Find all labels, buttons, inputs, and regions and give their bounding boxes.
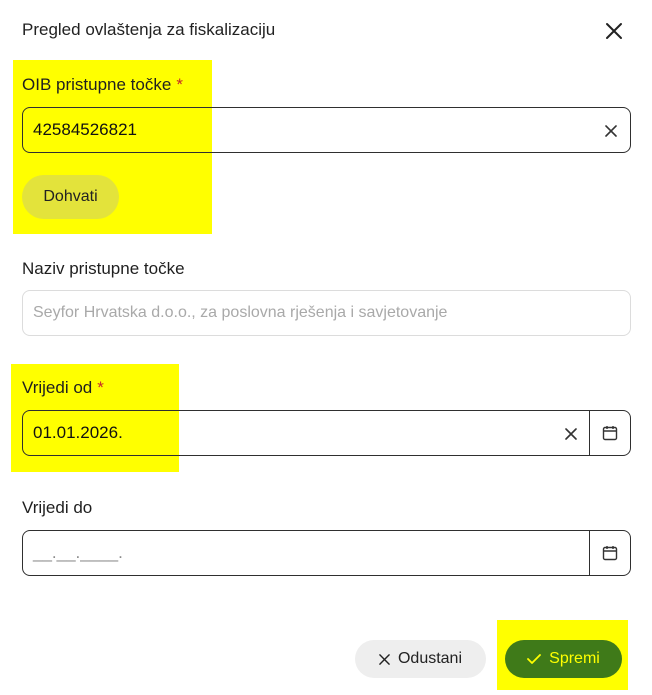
naziv-input: Seyfor Hrvatska d.o.o., za poslovna rješ… <box>22 290 631 336</box>
required-mark: * <box>176 75 183 94</box>
oib-label: OIB pristupne točke * <box>22 75 183 95</box>
cancel-label: Odustani <box>397 650 463 667</box>
oib-label-text: OIB pristupne točke <box>22 75 172 94</box>
valid-to-label: Vrijedi do <box>22 498 93 517</box>
calendar-icon[interactable] <box>589 531 630 575</box>
oib-input[interactable]: 42584526821 <box>22 107 631 153</box>
authorization-dialog: Pregled ovlaštenja za fiskalizaciju OIB … <box>0 0 652 695</box>
clear-date-icon[interactable] <box>560 423 582 445</box>
valid-from-value: 01.01.2026. <box>33 423 123 442</box>
save-button[interactable]: Spremi <box>505 640 622 678</box>
oib-value: 42584526821 <box>33 120 138 139</box>
close-icon <box>379 653 390 665</box>
close-icon[interactable] <box>600 17 628 45</box>
naziv-placeholder: Seyfor Hrvatska d.o.o., za poslovna rješ… <box>33 304 448 321</box>
cancel-button[interactable]: Odustani <box>355 640 486 678</box>
dialog-title: Pregled ovlaštenja za fiskalizaciju <box>22 20 276 39</box>
naziv-label: Naziv pristupne točke <box>22 259 185 278</box>
valid-from-input[interactable]: 01.01.2026. <box>22 410 631 456</box>
valid-from-label-text: Vrijedi od <box>22 378 93 397</box>
date-mask: __.__.____. <box>33 543 123 562</box>
clear-oib-icon[interactable] <box>600 120 622 142</box>
required-mark: * <box>97 378 104 397</box>
save-label: Spremi <box>549 650 600 667</box>
valid-to-input[interactable]: __.__.____. <box>22 530 631 576</box>
check-icon <box>527 654 542 664</box>
fetch-button[interactable]: Dohvati <box>22 175 119 219</box>
valid-from-label: Vrijedi od * <box>22 378 104 398</box>
calendar-icon[interactable] <box>589 411 630 455</box>
